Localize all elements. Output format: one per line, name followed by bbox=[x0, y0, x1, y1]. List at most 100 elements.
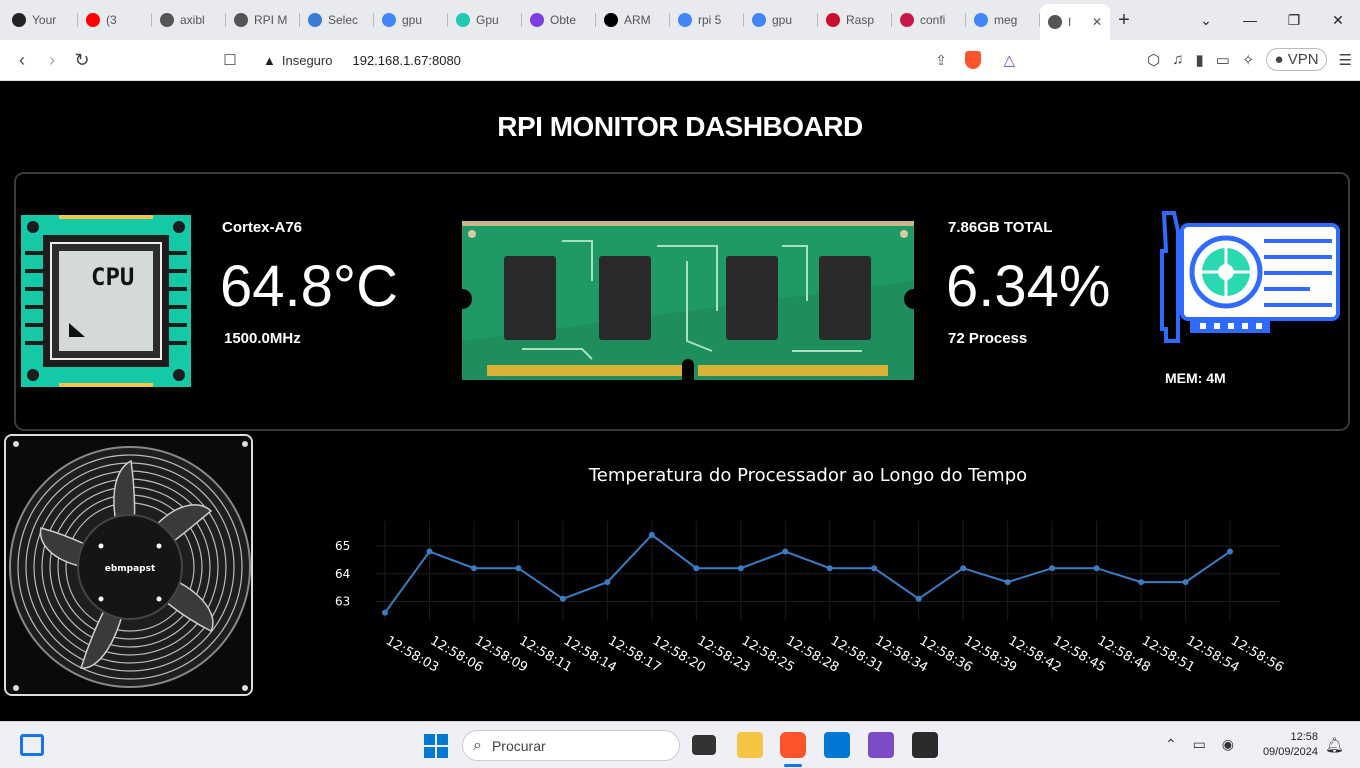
browser-tab[interactable]: Selec bbox=[300, 5, 374, 35]
app-icon bbox=[530, 13, 544, 27]
warning-icon: ▲ bbox=[263, 52, 276, 68]
process-count: 72 Process bbox=[948, 330, 1028, 347]
browser-tab-label: RPI M bbox=[254, 13, 288, 27]
data-point bbox=[382, 609, 388, 616]
browser-tab[interactable]: rpi 5 bbox=[670, 5, 744, 35]
address-toolbar: ‹ › ↻ ☐ ▲ Inseguro 192.168.1.67:8080 ⇪ △… bbox=[0, 40, 1360, 81]
browser-tab[interactable]: I ✕ bbox=[1040, 4, 1110, 40]
vuetify-icon bbox=[456, 13, 470, 27]
data-point bbox=[960, 565, 967, 572]
data-point bbox=[470, 565, 477, 572]
taskbar: ⌕ Procurar ⌃ ▭ ◉ 12:58 09/09/2024 🔔︎ bbox=[0, 721, 1360, 768]
github-icon bbox=[12, 13, 26, 27]
visual-studio-icon[interactable] bbox=[868, 732, 894, 758]
cpu-model: Cortex-A76 bbox=[222, 219, 303, 236]
vscode-icon[interactable] bbox=[824, 732, 850, 758]
cpu-chip-icon: CPU bbox=[21, 215, 191, 387]
browser-tab-bar: Your (3 axibl RPI M Selec gpu Gpu Obte ARM rpi 5 g… bbox=[0, 0, 1360, 40]
vpn-button[interactable]: ● VPN bbox=[1266, 48, 1327, 71]
browser-tab[interactable]: confi bbox=[892, 5, 966, 35]
cpu-frequency: 1500.0MHz bbox=[224, 330, 301, 347]
restore-button[interactable]: ❐ bbox=[1272, 12, 1316, 29]
bookmark-icon[interactable]: ☐ bbox=[215, 51, 245, 69]
tab-search-icon[interactable]: ⌄ bbox=[1184, 12, 1228, 29]
browser-tab[interactable]: Gpu bbox=[448, 5, 522, 35]
browser-tab[interactable]: axibl bbox=[152, 5, 226, 35]
google-icon bbox=[382, 13, 396, 27]
close-window-button[interactable]: ✕ bbox=[1316, 12, 1360, 29]
system-tray[interactable]: ⌃ ▭ ◉ bbox=[1165, 736, 1240, 753]
clock-time: 12:58 bbox=[1290, 731, 1318, 743]
google-icon bbox=[752, 13, 766, 27]
share-icon[interactable]: ⇪ bbox=[935, 52, 947, 69]
search-icon: ⌕ bbox=[473, 736, 482, 754]
wallet-icon[interactable]: ▭ bbox=[1216, 51, 1230, 69]
url-bar[interactable]: ▲ Inseguro 192.168.1.67:8080 ⇪ △ bbox=[253, 45, 1037, 75]
browser-tab[interactable]: gpu bbox=[374, 5, 448, 35]
youtube-icon bbox=[86, 13, 100, 27]
browser-tab[interactable]: RPI M bbox=[226, 5, 300, 35]
data-point bbox=[826, 565, 833, 572]
browser-tab-label: rpi 5 bbox=[698, 13, 722, 27]
forward-button[interactable]: › bbox=[37, 50, 67, 71]
menu-icon[interactable]: ☰ bbox=[1339, 51, 1352, 69]
search-placeholder: Procurar bbox=[491, 737, 546, 754]
browser-tab[interactable]: Obte bbox=[522, 5, 596, 35]
vpn-label: VPN bbox=[1287, 51, 1319, 68]
clock[interactable]: 12:58 09/09/2024 bbox=[1263, 730, 1318, 760]
browser-tab-label: Selec bbox=[328, 13, 359, 27]
browser-tab-label: ARM bbox=[624, 13, 651, 27]
notification-bell-icon[interactable]: 🔔︎ bbox=[1325, 736, 1344, 754]
back-button[interactable]: ‹ bbox=[7, 50, 37, 71]
toolbar-right: ⬡ ♫ ▮ ▭ ✧ ● VPN ☰ bbox=[1147, 48, 1352, 71]
clock-date: 09/09/2024 bbox=[1262, 746, 1318, 758]
task-view-icon[interactable] bbox=[692, 735, 716, 755]
data-point bbox=[426, 548, 433, 555]
brave-shield-icon[interactable] bbox=[965, 51, 981, 69]
data-point bbox=[1227, 548, 1233, 555]
browser-tab[interactable]: Rasp bbox=[818, 5, 892, 35]
memory-total: 7.86GB TOTAL bbox=[948, 219, 1053, 236]
google-icon bbox=[974, 13, 988, 27]
leo-ai-icon[interactable]: ✧ bbox=[1242, 51, 1255, 69]
url-text[interactable]: 192.168.1.67:8080 bbox=[352, 53, 460, 68]
security-label: Inseguro bbox=[281, 52, 333, 68]
active-app-indicator bbox=[784, 764, 802, 767]
fan-icon: ebmpapst bbox=[6, 436, 251, 694]
extensions-icon[interactable]: ⬡ bbox=[1147, 51, 1160, 69]
terminal-icon[interactable] bbox=[912, 732, 938, 758]
browser-tab[interactable]: ARM bbox=[596, 5, 670, 35]
wikipedia-icon bbox=[604, 13, 618, 27]
windows-start-icon[interactable] bbox=[424, 734, 448, 758]
data-point bbox=[737, 565, 744, 572]
reload-button[interactable]: ↻ bbox=[67, 50, 97, 71]
close-tab-icon[interactable]: ✕ bbox=[1092, 15, 1102, 29]
minimize-button[interactable]: — bbox=[1228, 12, 1272, 28]
browser-tab[interactable]: meg bbox=[966, 5, 1040, 35]
fan-brand: ebmpapst bbox=[105, 564, 156, 574]
browser-tab[interactable]: (3 bbox=[78, 5, 152, 35]
sidebar-icon[interactable]: ▮ bbox=[1195, 51, 1203, 69]
fan-image: ebmpapst bbox=[4, 434, 253, 696]
browser-tab[interactable]: gpu bbox=[744, 5, 818, 35]
gpu-memory: MEM: 4M bbox=[1165, 370, 1226, 386]
y-tick-label: 65 bbox=[335, 539, 350, 553]
media-icon[interactable]: ♫ bbox=[1172, 51, 1183, 68]
data-point bbox=[648, 531, 655, 538]
pc-icon bbox=[826, 13, 840, 27]
google-icon bbox=[678, 13, 692, 27]
file-explorer-icon[interactable] bbox=[737, 732, 763, 758]
app-icon bbox=[308, 13, 322, 27]
browser-tab-label: (3 bbox=[106, 13, 117, 27]
brave-browser-icon[interactable] bbox=[780, 732, 806, 758]
raspberry-icon bbox=[900, 13, 914, 27]
taskbar-search[interactable]: ⌕ Procurar bbox=[462, 730, 680, 761]
browser-tab-label: gpu bbox=[772, 13, 793, 27]
widgets-icon[interactable] bbox=[20, 734, 44, 756]
browser-tab[interactable]: Your bbox=[4, 5, 78, 35]
temperature-chart: 63646512:58:0312:58:0612:58:0912:58:1112… bbox=[335, 521, 1286, 676]
data-point bbox=[559, 595, 566, 602]
brave-rewards-icon[interactable]: △ bbox=[1003, 51, 1015, 69]
new-tab-button[interactable]: + bbox=[1110, 9, 1138, 32]
browser-tab-label: I bbox=[1068, 15, 1072, 29]
